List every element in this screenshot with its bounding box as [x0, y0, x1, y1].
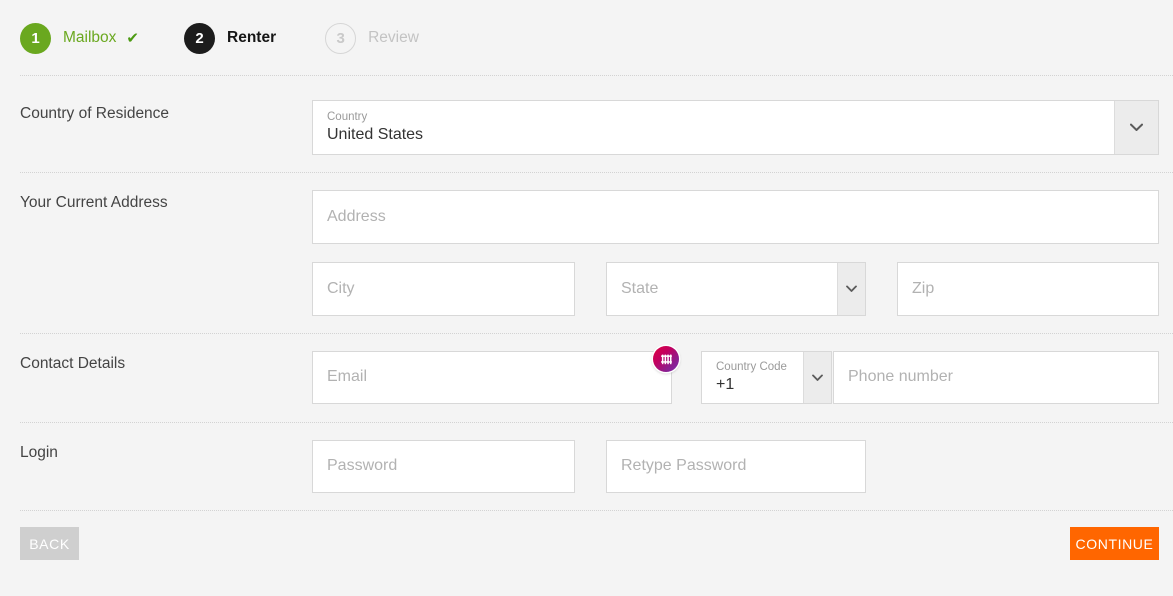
- password-input-inner[interactable]: Password: [313, 441, 574, 492]
- phone-number-placeholder: Phone number: [848, 368, 953, 386]
- chevron-down-icon: [846, 285, 857, 292]
- phone-number-input[interactable]: Phone number: [833, 351, 1159, 404]
- state-select-inner[interactable]: State: [607, 263, 837, 315]
- country-code-float-label: Country Code: [716, 361, 787, 374]
- step-review: 3 Review: [325, 22, 419, 54]
- address-placeholder: Address: [327, 207, 386, 225]
- phone-number-inner[interactable]: Phone number: [834, 352, 1158, 403]
- city-input-inner[interactable]: City: [313, 263, 574, 315]
- check-icon: ✔: [126, 29, 139, 47]
- login-label: Login: [20, 444, 58, 461]
- country-code-dropdown-button[interactable]: [803, 352, 831, 403]
- dashlane-autofill-icon[interactable]: [653, 346, 679, 372]
- continue-button[interactable]: CONTINUE: [1070, 527, 1159, 560]
- zip-placeholder: Zip: [912, 279, 935, 297]
- step-renter[interactable]: 2 Renter: [184, 22, 277, 54]
- chevron-down-icon: [812, 374, 823, 381]
- country-select-inner[interactable]: Country United States: [313, 101, 1114, 154]
- renter-registration-page: 1 Mailbox ✔ 2 Renter 3 Review Country of…: [0, 0, 1173, 596]
- divider-top: [20, 75, 1173, 76]
- country-float-label: Country: [327, 111, 368, 124]
- address-input-inner[interactable]: Address: [313, 191, 1158, 243]
- progress-stepper: 1 Mailbox ✔ 2 Renter 3 Review: [0, 0, 1173, 76]
- step-review-number: 3: [325, 22, 357, 54]
- step-renter-label: Renter: [227, 29, 277, 46]
- divider-login: [20, 510, 1173, 511]
- retype-password-input[interactable]: Retype Password: [606, 440, 866, 493]
- country-select[interactable]: Country United States: [312, 100, 1159, 155]
- step-renter-number: 2: [184, 22, 215, 54]
- city-placeholder: City: [327, 279, 355, 297]
- chevron-down-icon: [1130, 123, 1143, 131]
- step-mailbox[interactable]: 1 Mailbox ✔: [20, 22, 139, 54]
- country-code-value: +1: [716, 376, 735, 394]
- state-select[interactable]: State: [606, 262, 866, 316]
- country-dropdown-button[interactable]: [1114, 101, 1158, 154]
- country-code-select[interactable]: Country Code +1: [701, 351, 832, 404]
- password-input[interactable]: Password: [312, 440, 575, 493]
- password-placeholder: Password: [327, 457, 398, 475]
- address-input[interactable]: Address: [312, 190, 1159, 244]
- city-input[interactable]: City: [312, 262, 575, 316]
- divider-country: [20, 172, 1173, 173]
- email-placeholder: Email: [327, 368, 368, 386]
- zip-input-inner[interactable]: Zip: [898, 263, 1158, 315]
- email-input[interactable]: Email: [312, 351, 672, 404]
- email-input-inner[interactable]: Email: [313, 352, 671, 403]
- country-value: United States: [327, 126, 424, 144]
- step-mailbox-number: 1: [20, 22, 51, 54]
- current-address-label: Your Current Address: [20, 194, 168, 211]
- zip-input[interactable]: Zip: [897, 262, 1159, 316]
- contact-details-label: Contact Details: [20, 355, 126, 372]
- step-review-label: Review: [368, 29, 419, 46]
- retype-password-placeholder: Retype Password: [621, 457, 747, 475]
- country-of-residence-label: Country of Residence: [20, 105, 170, 122]
- divider-contact: [20, 422, 1173, 423]
- divider-address: [20, 333, 1173, 334]
- retype-password-inner[interactable]: Retype Password: [607, 441, 865, 492]
- state-placeholder: State: [621, 279, 659, 297]
- dashlane-glyph: [660, 354, 672, 364]
- country-code-inner[interactable]: Country Code +1: [702, 352, 803, 403]
- back-button[interactable]: BACK: [20, 527, 79, 560]
- state-dropdown-button[interactable]: [837, 263, 865, 315]
- step-mailbox-label: Mailbox: [63, 29, 117, 46]
